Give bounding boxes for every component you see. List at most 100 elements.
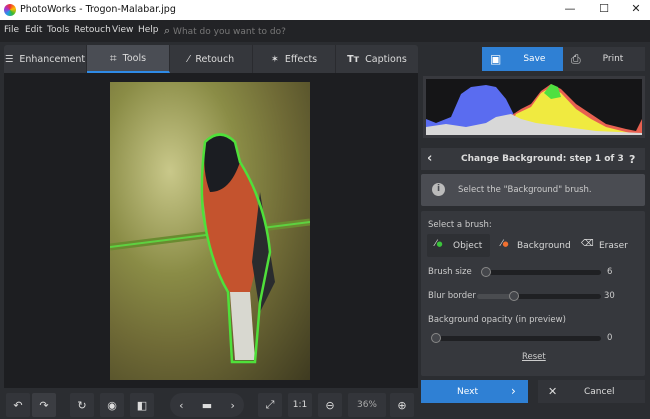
- blur-border-slider[interactable]: [477, 291, 601, 301]
- zoom-level[interactable]: 36%: [348, 393, 386, 417]
- undo-icon: ↶: [13, 398, 23, 412]
- tab-label: Captions: [365, 53, 407, 65]
- app-logo-icon: [4, 4, 16, 16]
- next-label: Next: [457, 387, 478, 397]
- redo-button[interactable]: ↷: [32, 393, 56, 417]
- next-button[interactable]: Next ›: [421, 380, 528, 403]
- eraser-icon: ⌫: [581, 239, 594, 249]
- slider-value: 0: [607, 333, 613, 343]
- brush-size-slider[interactable]: [481, 267, 601, 277]
- redo-icon: ↷: [39, 398, 49, 412]
- chevron-right-icon: ›: [511, 384, 516, 398]
- search-placeholder: What do you want to do?: [173, 27, 286, 37]
- maximize-button[interactable]: ☐: [590, 2, 618, 18]
- tab-label: Retouch: [195, 53, 235, 65]
- slider-handle[interactable]: [509, 291, 519, 301]
- search-icon: ⌕: [164, 24, 171, 37]
- bird-image: [110, 133, 310, 364]
- minimize-button[interactable]: —: [556, 2, 584, 18]
- slider-label: Background opacity (in preview): [428, 315, 566, 325]
- brush-eraser-button[interactable]: ⌫ Eraser: [579, 234, 639, 257]
- background-opacity-slider[interactable]: [431, 333, 601, 343]
- tab-label: Effects: [284, 53, 318, 65]
- file-navigator: ‹ ▬ ›: [170, 393, 244, 417]
- close-button[interactable]: ✕: [622, 2, 650, 18]
- title-bar: PhotoWorks - Trogon-Malabar.jpg — ☐ ✕: [0, 0, 650, 20]
- fit-button[interactable]: ⤢: [258, 393, 282, 417]
- print-label: Print: [602, 54, 624, 64]
- eye-icon: ◉: [107, 398, 117, 412]
- minus-circle-icon: ⊖: [325, 398, 335, 412]
- brush-background-button[interactable]: ⁄● Background: [497, 234, 571, 257]
- help-button[interactable]: ?: [629, 153, 635, 166]
- brush-icon: ⁄: [187, 53, 190, 65]
- brush-object-button[interactable]: ⁄● Object: [427, 234, 490, 257]
- brush-option-label: Eraser: [599, 241, 628, 251]
- menu-tools[interactable]: Tools: [47, 25, 69, 35]
- brush-icon: ⁄●: [435, 239, 443, 249]
- brush-icon: ⁄●: [501, 239, 509, 249]
- tab-label: Enhancement: [19, 53, 86, 65]
- reset-link[interactable]: Reset: [522, 352, 546, 362]
- close-icon: ✕: [548, 385, 558, 398]
- slider-value: 6: [607, 267, 613, 277]
- rotate-button[interactable]: ↻: [70, 393, 94, 417]
- search-input[interactable]: ⌕ What do you want to do?: [164, 24, 286, 38]
- compare-icon: ◧: [136, 398, 148, 412]
- menu-view[interactable]: View: [112, 25, 133, 35]
- cancel-button[interactable]: ✕ Cancel: [538, 380, 645, 403]
- folder-icon[interactable]: ▬: [202, 399, 212, 412]
- info-icon: i: [432, 183, 445, 196]
- tab-retouch[interactable]: ⁄ Retouch: [170, 45, 253, 73]
- next-icon[interactable]: ›: [230, 399, 234, 412]
- step-header: ‹ Change Background: step 1 of 3 ?: [421, 148, 645, 170]
- menu-file[interactable]: File: [4, 25, 19, 35]
- cancel-label: Cancel: [584, 387, 615, 397]
- window-title: PhotoWorks - Trogon-Malabar.jpg: [20, 4, 176, 15]
- print-button[interactable]: ⎙ Print: [563, 47, 645, 71]
- tab-captions[interactable]: Tт Captions: [336, 45, 418, 73]
- magic-wand-icon: ✶: [270, 53, 279, 65]
- menu-help[interactable]: Help: [138, 25, 159, 35]
- main-tabs: ☰ Enhancement ⌗ Tools ⁄ Retouch ✶ Effects Tт…: [4, 45, 418, 73]
- histogram-graph: [426, 79, 642, 135]
- tab-label: Tools: [122, 52, 147, 64]
- tab-effects[interactable]: ✶ Effects: [253, 45, 336, 73]
- step-title: Change Background: step 1 of 3: [461, 154, 624, 164]
- menu-retouch[interactable]: Retouch: [74, 25, 111, 35]
- text-icon: Tт: [347, 53, 360, 65]
- save-button[interactable]: ▣ Save: [482, 47, 563, 71]
- slider-label: Blur border: [428, 291, 476, 301]
- menu-edit[interactable]: Edit: [25, 25, 42, 35]
- bottom-toolbar: ↶ ↷ ↻ ◉ ◧ ‹ ▬ › ⤢ 1:1 ⊖ 36% ⊕: [4, 390, 418, 419]
- zoom-in-button[interactable]: ⊕: [390, 393, 414, 417]
- rotate-icon: ↻: [77, 398, 87, 412]
- tab-enhancement[interactable]: ☰ Enhancement: [4, 45, 87, 73]
- zoom-out-button[interactable]: ⊖: [318, 393, 342, 417]
- printer-icon: ⎙: [571, 51, 581, 66]
- save-icon: ▣: [490, 52, 502, 66]
- tab-tools[interactable]: ⌗ Tools: [87, 45, 170, 73]
- menu-bar: File Edit Tools Retouch View Help ⌕ What…: [0, 20, 650, 42]
- sliders-icon: ☰: [4, 53, 14, 65]
- info-box: i Select the "Background" brush.: [421, 174, 645, 206]
- brush-label: Select a brush:: [428, 220, 492, 230]
- save-label: Save: [523, 54, 546, 64]
- crop-icon: ⌗: [109, 50, 117, 65]
- histogram: [423, 76, 645, 138]
- preview-button[interactable]: ◉: [100, 393, 124, 417]
- actual-size-button[interactable]: 1:1: [288, 393, 312, 417]
- previous-icon[interactable]: ‹: [179, 399, 183, 412]
- brush-option-label: Object: [453, 241, 483, 251]
- photo-preview[interactable]: [110, 82, 310, 380]
- plus-circle-icon: ⊕: [397, 398, 407, 412]
- info-text: Select the "Background" brush.: [458, 185, 592, 195]
- slider-handle[interactable]: [481, 267, 491, 277]
- undo-button[interactable]: ↶: [6, 393, 30, 417]
- slider-handle[interactable]: [431, 333, 441, 343]
- compare-button[interactable]: ◧: [130, 393, 154, 417]
- back-button[interactable]: ‹: [427, 151, 432, 166]
- slider-value: 30: [604, 291, 615, 301]
- fit-to-screen-icon: ⤢: [265, 398, 275, 411]
- slider-label: Brush size: [428, 267, 472, 277]
